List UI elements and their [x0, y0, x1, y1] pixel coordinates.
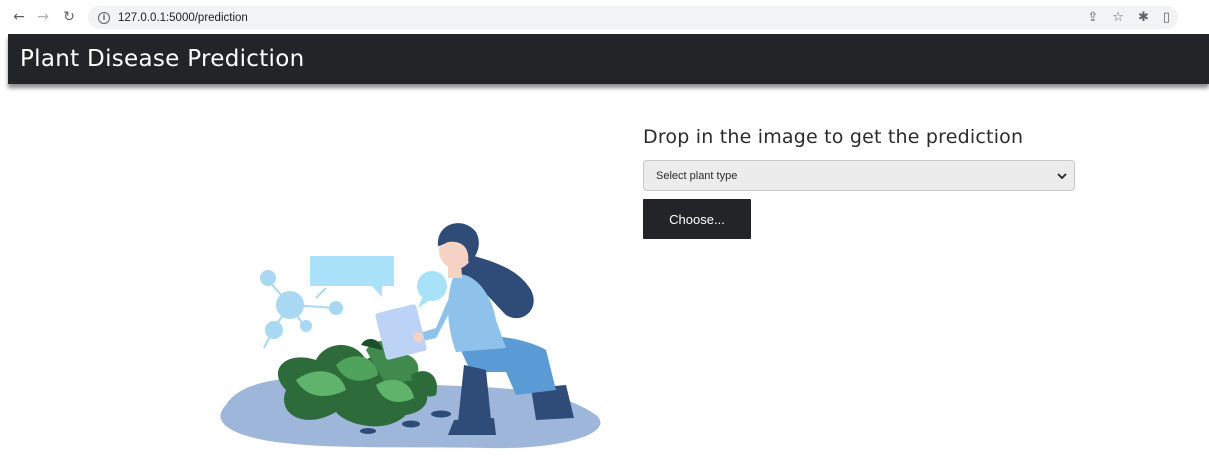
- arrow-right-icon: →: [37, 9, 49, 25]
- choose-file-button[interactable]: Choose...: [643, 199, 751, 239]
- share-icon[interactable]: ⇪: [1087, 11, 1098, 24]
- pebble: [402, 420, 420, 428]
- puzzle-icon[interactable]: ✱: [1138, 11, 1149, 24]
- plant-type-select-value: Select plant type: [656, 169, 738, 182]
- reload-icon: ↻: [63, 9, 75, 25]
- app-header: Plant Disease Prediction: [8, 34, 1209, 84]
- speech-bubble-tail: [372, 286, 382, 297]
- address-bar[interactable]: i 127.0.0.1:5000/prediction ⇪ ☆ ✱ ▯: [88, 6, 1178, 29]
- browser-toolbar: ← → ↻ i 127.0.0.1:5000/prediction ⇪ ☆ ✱ …: [0, 0, 1209, 34]
- reload-button[interactable]: ↻: [58, 6, 80, 28]
- info-icon[interactable]: i: [98, 11, 110, 24]
- arrow-left-icon: ←: [13, 9, 25, 25]
- speech-bubble: [310, 256, 394, 286]
- forward-button[interactable]: →: [32, 6, 54, 28]
- upload-panel: Drop in the image to get the prediction …: [643, 126, 1075, 239]
- side-panel-icon[interactable]: ▯: [1163, 11, 1170, 24]
- plant-type-select[interactable]: Select plant type: [643, 160, 1075, 191]
- plant-illustration: [220, 223, 601, 449]
- chevron-down-icon: [1057, 173, 1067, 180]
- speech-bubble-round: [417, 271, 447, 301]
- url-text: 127.0.0.1:5000/prediction: [118, 11, 248, 24]
- upload-heading: Drop in the image to get the prediction: [643, 126, 1024, 148]
- back-button[interactable]: ←: [8, 6, 30, 28]
- pebble: [431, 410, 451, 418]
- pebble: [360, 428, 376, 434]
- star-icon[interactable]: ☆: [1112, 11, 1124, 24]
- page-title: Plant Disease Prediction: [20, 46, 305, 72]
